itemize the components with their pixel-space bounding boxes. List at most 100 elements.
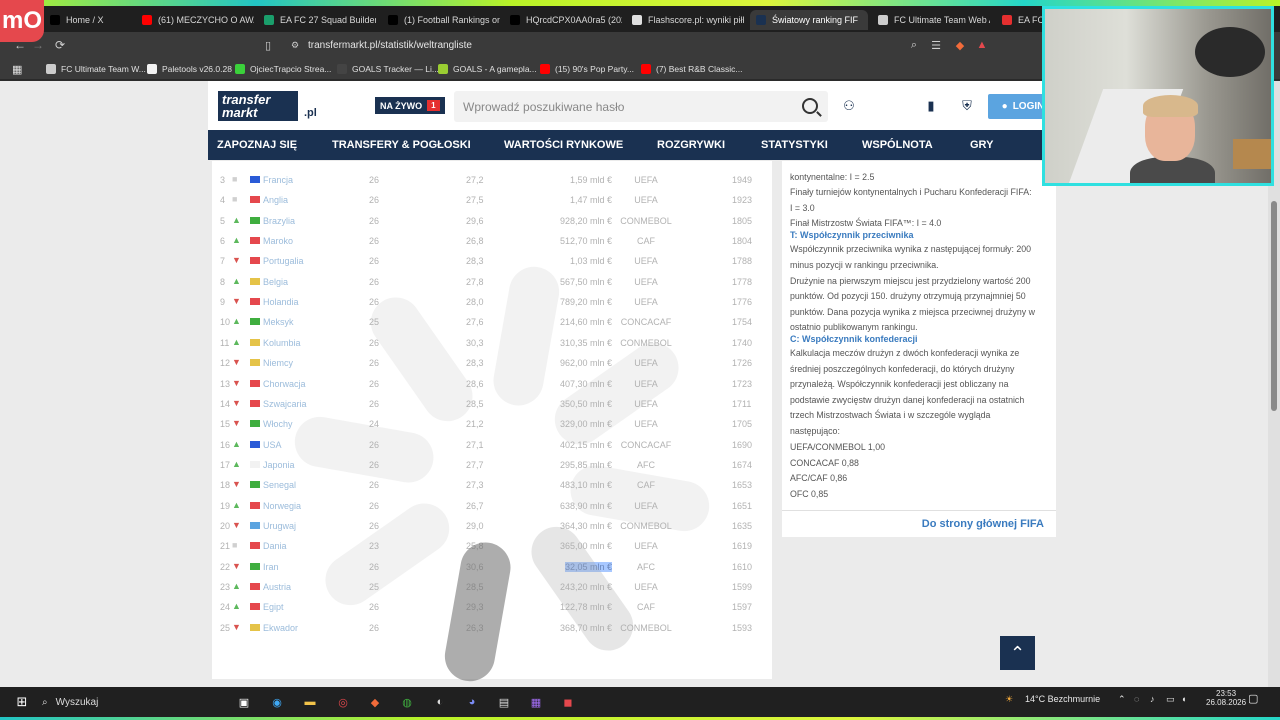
browser-tab[interactable]: EA FC 2 [996,10,1042,30]
table-row[interactable]: 23 ▲ Austria 25 28,5 243,20 mln € UEFA 1599 [212,577,772,597]
table-row[interactable]: 24 ▲ Egipt 26 29,3 122,78 mln € CAF 1597 [212,597,772,617]
watchlist-bookmark-icon[interactable]: ▮ [924,99,938,113]
table-row[interactable]: 3 ■ Francja 26 27,2 1,59 mld € UEFA 1949 [212,170,772,190]
table-row[interactable]: 4 ■ Anglia 26 27,5 1,47 mld € UEFA 1923 [212,190,772,210]
weather-label[interactable]: 14°C Bezchmurnie [1025,694,1100,704]
country-link[interactable]: Chorwacja [263,379,306,389]
reload-icon[interactable]: ⟳ [52,37,68,53]
table-row[interactable]: 6 ▲ Maroko 26 26,8 512,70 mln € CAF 1804 [212,231,772,251]
table-row[interactable]: 22 ▼ Iran 26 30,6 32,05 mln € AFC 1610 [212,557,772,577]
country-link[interactable]: Brazylia [263,216,295,226]
search-input[interactable]: Wprowadź poszukiwane hasło [454,91,828,122]
nav-item[interactable]: TRANSFERY & POGŁOSKI [332,139,471,151]
nav-item[interactable]: ROZGRYWKI [657,139,725,151]
table-row[interactable]: 14 ▼ Szwajcaria 26 28,5 350,50 mln € UEFA 1711 [212,394,772,414]
browser-tab[interactable]: FC Ultimate Team Web A [872,10,990,30]
table-row[interactable]: 21 ■ Dania 23 25,8 365,00 mln € UEFA 1619 [212,536,772,556]
bookmark-item[interactable]: GOALS - A gamepla... [438,62,537,76]
tray-chevron-icon[interactable]: ⌃ [1118,694,1126,705]
country-link[interactable]: Portugalia [263,256,304,266]
table-row[interactable]: 9 ▼ Holandia 26 28,0 789,20 mln € UEFA 1776 [212,292,772,312]
country-link[interactable]: Senegal [263,480,296,490]
country-link[interactable]: Anglia [263,195,288,205]
bookmark-page-icon[interactable]: ▯ [260,37,276,53]
rewards-icon[interactable]: ▲ [974,37,990,53]
country-link[interactable]: Belgia [263,277,288,287]
file-explorer-icon[interactable]: ▬ [300,692,320,712]
table-row[interactable]: 10 ▲ Meksyk 25 27,6 214,60 mln € CONCACAF 1754 [212,312,772,332]
brave-shield-icon[interactable]: ◆ [952,37,968,53]
notifications-icon[interactable]: ▢ [1248,692,1258,705]
country-link[interactable]: Holandia [263,297,299,307]
browser-tab[interactable]: Home / X [44,10,136,30]
country-link[interactable]: USA [263,440,282,450]
volume-icon[interactable]: ◖ [1181,694,1186,704]
table-row[interactable]: 20 ▼ Urugwaj 26 29,0 364,30 mln € CONMEBOL 1635 [212,516,772,536]
browser-tab[interactable]: (61) MECZYCHO O AWAN [136,10,254,30]
table-row[interactable]: 11 ▲ Kolumbia 26 30,3 310,35 mln € CONMEBOL 174… [212,333,772,353]
country-link[interactable]: Egipt [263,602,284,612]
country-link[interactable]: Maroko [263,236,293,246]
table-row[interactable]: 12 ▼ Niemcy 26 28,3 962,00 mln € UEFA 1726 [212,353,772,373]
country-link[interactable]: Austria [263,582,291,592]
edge-icon[interactable]: ◉ [267,692,287,712]
table-row[interactable]: 17 ▲ Japonia 26 27,7 295,85 mln € AFC 1674 [212,455,772,475]
scroll-to-top-button[interactable]: ⌃ [1000,636,1035,670]
country-link[interactable]: Norwegia [263,501,301,511]
network-icon[interactable]: ▭ [1166,694,1175,705]
nav-item[interactable]: WARTOŚCI RYNKOWE [504,139,623,151]
user-search-icon[interactable]: ⚇ [842,99,856,113]
steam-icon[interactable]: ▤ [494,692,514,712]
table-row[interactable]: 19 ▲ Norwegia 26 26,7 638,90 mln € UEFA 1651 [212,496,772,516]
country-link[interactable]: Szwajcaria [263,399,307,409]
clock[interactable]: 23:53 26.08.2026 [1206,689,1246,707]
bookmark-item[interactable]: GOALS Tracker — Li... [337,62,439,76]
nav-item[interactable]: GRY [970,139,993,151]
fifa-home-link[interactable]: Do strony głównej FIFA [782,510,1056,537]
task-view-icon[interactable]: ▣ [234,692,254,712]
bookmark-item[interactable]: (15) 90's Pop Party... [540,62,634,76]
country-link[interactable]: Dania [263,541,287,551]
browser-tab[interactable]: Światowy ranking FIF✕ [750,10,868,30]
browser-tab[interactable]: EA FC 27 Squad Builder | [258,10,376,30]
obs-icon[interactable]: ▦ [526,692,546,712]
country-link[interactable]: Kolumbia [263,338,301,348]
chrome-icon[interactable]: ◍ [397,692,417,712]
country-link[interactable]: Urugwaj [263,521,296,531]
tray-app-icon[interactable]: ◌ [1134,694,1139,704]
recording-icon[interactable]: ◼ [558,692,578,712]
nav-item[interactable]: WSPÓLNOTA [862,139,933,151]
url-field[interactable]: transfermarkt.pl/statistik/weltrangliste [280,35,1000,55]
transfermarkt-logo[interactable]: transfer markt [218,91,298,121]
bookmark-item[interactable]: FC Ultimate Team W... [46,62,146,76]
windows-start-icon[interactable]: ⊞ [12,692,32,712]
country-link[interactable]: Francja [263,175,293,185]
country-link[interactable]: Meksyk [263,317,294,327]
table-row[interactable]: 8 ▲ Belgia 26 27,8 567,50 mln € UEFA 1778 [212,272,772,292]
zoom-icon[interactable]: ⌕ [906,37,922,53]
search-icon[interactable] [802,98,818,114]
bookmark-item[interactable]: (7) Best R&B Classic... [641,62,742,76]
country-link[interactable]: Iran [263,562,279,572]
discord-icon[interactable]: ◕ [462,692,482,712]
table-row[interactable]: 5 ▲ Brazylia 26 29,6 928,20 mln € CONMEBOL 1805 [212,211,772,231]
github-icon[interactable]: ◐ [430,692,450,712]
shield-icon[interactable]: ⛨ [960,99,974,113]
brave-icon[interactable]: ◆ [365,692,385,712]
app-icon[interactable]: ◎ [333,692,353,712]
apps-grid-icon[interactable]: ▦ [12,62,22,76]
country-link[interactable]: Japonia [263,460,295,470]
table-row[interactable]: 13 ▼ Chorwacja 26 28,6 407,30 mln € UEFA 1723 [212,374,772,394]
scrollbar-thumb[interactable] [1271,201,1277,411]
table-row[interactable]: 15 ▼ Włochy 24 21,2 329,00 mln € UEFA 1705 [212,414,772,434]
bookmark-item[interactable]: Paletools v26.0.28 [147,62,232,76]
country-link[interactable]: Ekwador [263,623,298,633]
microphone-icon[interactable]: ♪ [1150,694,1155,704]
browser-tab[interactable]: HQrcdCPX0AA0ra5 (2025 [504,10,622,30]
table-row[interactable]: 18 ▼ Senegal 26 27,3 483,10 mln € CAF 1653 [212,475,772,495]
browser-tab[interactable]: (1) Football Rankings on [382,10,500,30]
table-row[interactable]: 16 ▲ USA 26 27,1 402,15 mln € CONCACAF 1690 [212,435,772,455]
table-row[interactable]: 7 ▼ Portugalia 26 28,3 1,03 mld € UEFA 1788 [212,251,772,271]
browser-tab[interactable]: Flashscore.pl: wyniki piłk [626,10,744,30]
nav-item[interactable]: STATYSTYKI [761,139,828,151]
